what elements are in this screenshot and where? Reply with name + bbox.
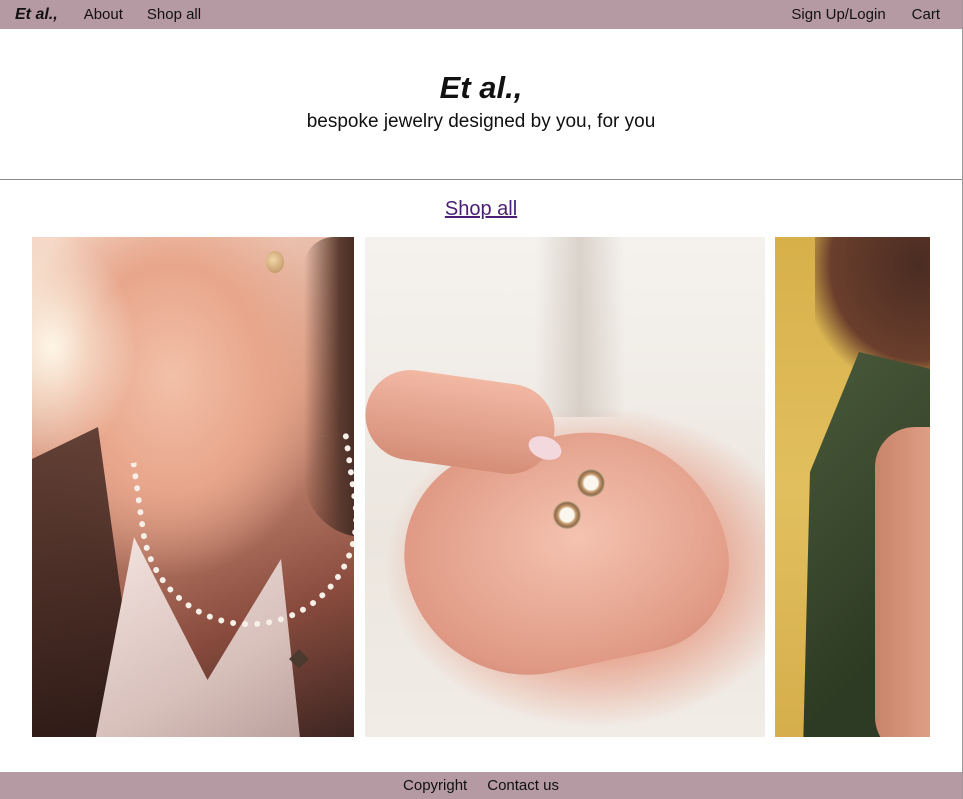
hero-divider — [0, 179, 962, 180]
gallery-photo-pearl-earrings[interactable] — [365, 237, 765, 737]
nav-cart-link[interactable]: Cart — [912, 6, 940, 23]
shop-all-link[interactable]: Shop all — [445, 198, 517, 220]
brand-home-link[interactable]: Et al., — [15, 6, 58, 24]
nav-shop-all-link[interactable]: Shop all — [147, 6, 201, 23]
shop-all-section: Shop all — [0, 198, 962, 221]
nav-about-link[interactable]: About — [84, 6, 123, 23]
hero-title: Et al., — [439, 70, 523, 105]
footer-bar: Copyright Contact us — [0, 772, 962, 799]
nav-left-group: Et al., About Shop all — [15, 6, 225, 24]
nav-signup-login-link[interactable]: Sign Up/Login — [791, 6, 885, 23]
footer-copyright-link[interactable]: Copyright — [403, 777, 467, 794]
hero-banner: Et al., bespoke jewelry designed by you,… — [0, 29, 962, 179]
hero-tagline: bespoke jewelry designed by you, for you — [306, 111, 656, 132]
gallery-photo-green-shirt[interactable] — [775, 237, 930, 737]
gallery-photo-pearl-necklace[interactable] — [32, 237, 354, 737]
footer-contact-link[interactable]: Contact us — [487, 777, 559, 794]
nav-right-group: Sign Up/Login Cart — [765, 6, 940, 23]
top-navigation-bar: Et al., About Shop all Sign Up/Login Car… — [0, 0, 962, 29]
